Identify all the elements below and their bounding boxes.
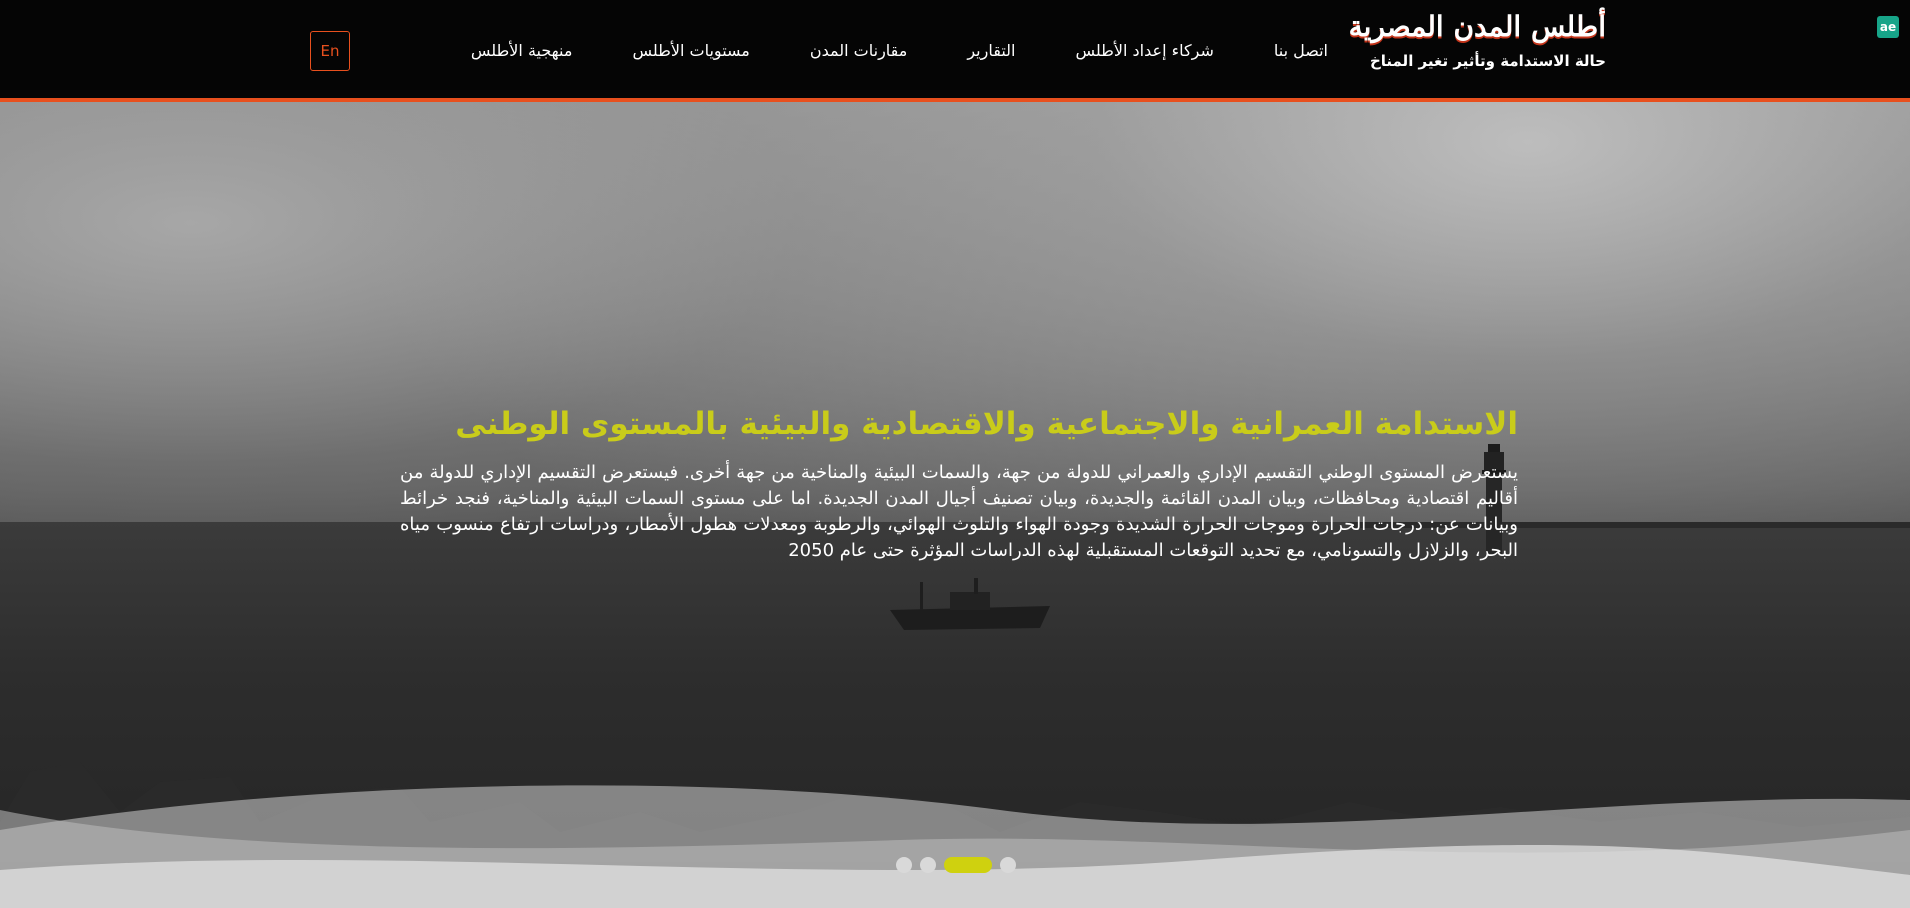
nav-item-atlas-levels[interactable]: مستويات الأطلس — [632, 41, 749, 60]
carousel-dot-4[interactable] — [1000, 857, 1016, 873]
language-toggle-button[interactable]: En — [310, 31, 350, 71]
nav-item-partners[interactable]: شركاء إعداد الأطلس — [1075, 41, 1213, 60]
carousel-dot-2[interactable] — [920, 857, 936, 873]
hero-description: يستعرض المستوى الوطني التقسيم الإداري وا… — [400, 462, 1518, 561]
carousel-pagination — [896, 857, 1016, 873]
logo-title: أطلس المدن المصرية — [1348, 10, 1607, 43]
decorative-waves — [0, 785, 1910, 908]
site-logo[interactable]: أطلس المدن المصرية حالة الاستدامة وتأثير… — [1348, 10, 1607, 92]
top-navigation-bar: ae أطلس المدن المصرية حالة الاستدامة وتأ… — [0, 0, 1910, 102]
nav-item-contact[interactable]: اتصل بنا — [1274, 41, 1328, 60]
carousel-dot-1[interactable] — [896, 857, 912, 873]
logo-subtitle: حالة الاستدامة وتأثير تغير المناخ — [1369, 52, 1606, 70]
nav-item-methodology[interactable]: منهجية الأطلس — [471, 41, 573, 60]
hero-text-block: الاستدامة العمرانية والاجتماعية والاقتصا… — [400, 402, 1518, 564]
hero-title: الاستدامة العمرانية والاجتماعية والاقتصا… — [455, 406, 1518, 442]
nav-item-reports[interactable]: التقارير — [967, 41, 1015, 60]
main-nav: منهجية الأطلس مستويات الأطلس مقارنات الم… — [471, 0, 1328, 100]
site-badge-icon[interactable]: ae — [1877, 16, 1899, 38]
nav-item-city-comparisons[interactable]: مقارنات المدن — [810, 41, 907, 60]
carousel-dot-3-active[interactable] — [944, 857, 992, 873]
ship-silhouette — [890, 578, 1050, 630]
